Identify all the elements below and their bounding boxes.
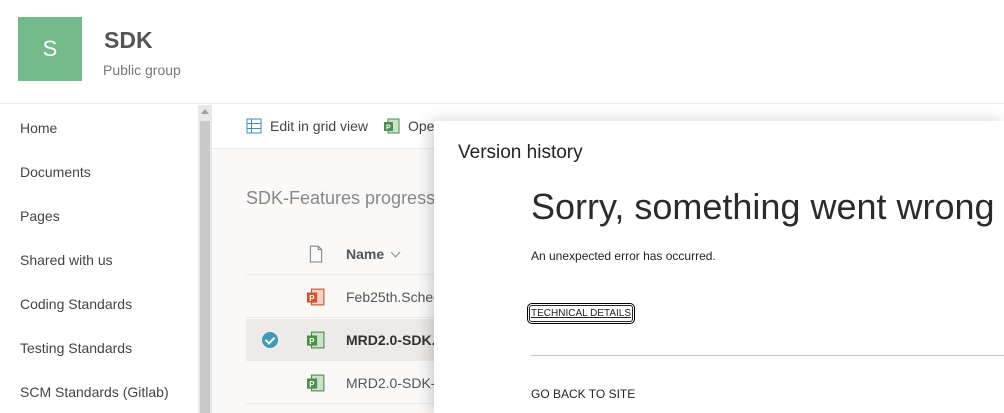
group-name[interactable]: SDK [104, 27, 153, 54]
nav-item-pages[interactable]: Pages [20, 208, 60, 224]
selected-check-icon[interactable] [262, 332, 278, 348]
scrollbar-thumb[interactable] [200, 121, 210, 413]
file-row[interactable]: P MRD2.0-SDK. [246, 319, 446, 361]
svg-text:P: P [309, 337, 314, 346]
panel-title: Version history [458, 142, 583, 163]
file-type-column-icon[interactable] [307, 245, 325, 263]
nav-scrollbar[interactable] [198, 105, 212, 413]
powerpoint-icon: P [307, 288, 325, 306]
error-title: Sorry, something went wrong [531, 186, 995, 227]
group-type: Public group [103, 62, 181, 78]
nav-item-documents[interactable]: Documents [20, 164, 91, 180]
project-icon: P [307, 374, 325, 392]
grid-icon [246, 118, 262, 134]
nav-item-home[interactable]: Home [20, 120, 57, 136]
edit-grid-view-button[interactable]: Edit in grid view [246, 118, 368, 134]
library-title: SDK-Features progress [246, 188, 436, 208]
group-logo[interactable]: S [18, 17, 82, 81]
file-name[interactable]: Feb25th.Schec [346, 289, 440, 305]
open-button[interactable]: P Ope [384, 118, 434, 134]
version-history-panel: Version history Sorry, something went wr… [434, 121, 1004, 413]
project-app-icon: P [384, 118, 400, 134]
file-name[interactable]: MRD2.0-SDK. [346, 332, 435, 348]
name-column-header[interactable]: Name [346, 246, 401, 262]
file-row[interactable]: P Feb25th.Schec [246, 276, 446, 318]
left-navigation: Home Documents Pages Shared with us Codi… [0, 105, 198, 413]
list-header-row: Name [246, 233, 446, 275]
file-name[interactable]: MRD2.0-SDK- [346, 375, 435, 391]
technical-details-button[interactable]: TECHNICAL DETAILS [526, 303, 636, 324]
open-label: Ope [408, 118, 435, 134]
nav-item-shared-with-us[interactable]: Shared with us [20, 252, 113, 268]
svg-text:P: P [309, 294, 314, 303]
edit-grid-view-label: Edit in grid view [270, 118, 369, 134]
site-header: S SDK Public group [0, 0, 1004, 104]
nav-item-coding-standards[interactable]: Coding Standards [20, 296, 132, 312]
project-icon: P [307, 331, 325, 349]
nav-item-testing-standards[interactable]: Testing Standards [20, 340, 132, 356]
go-back-to-site-link[interactable]: GO BACK TO SITE [531, 387, 635, 401]
chevron-down-icon [390, 247, 401, 258]
error-message: An unexpected error has occurred. [531, 249, 716, 263]
file-row[interactable]: P MRD2.0-SDK- [246, 362, 446, 404]
svg-text:P: P [386, 125, 391, 132]
scroll-up-arrow-icon[interactable] [201, 109, 209, 114]
nav-item-scm-standards[interactable]: SCM Standards (Gitlab) [20, 384, 169, 400]
svg-text:P: P [309, 380, 314, 389]
divider [531, 355, 1004, 356]
